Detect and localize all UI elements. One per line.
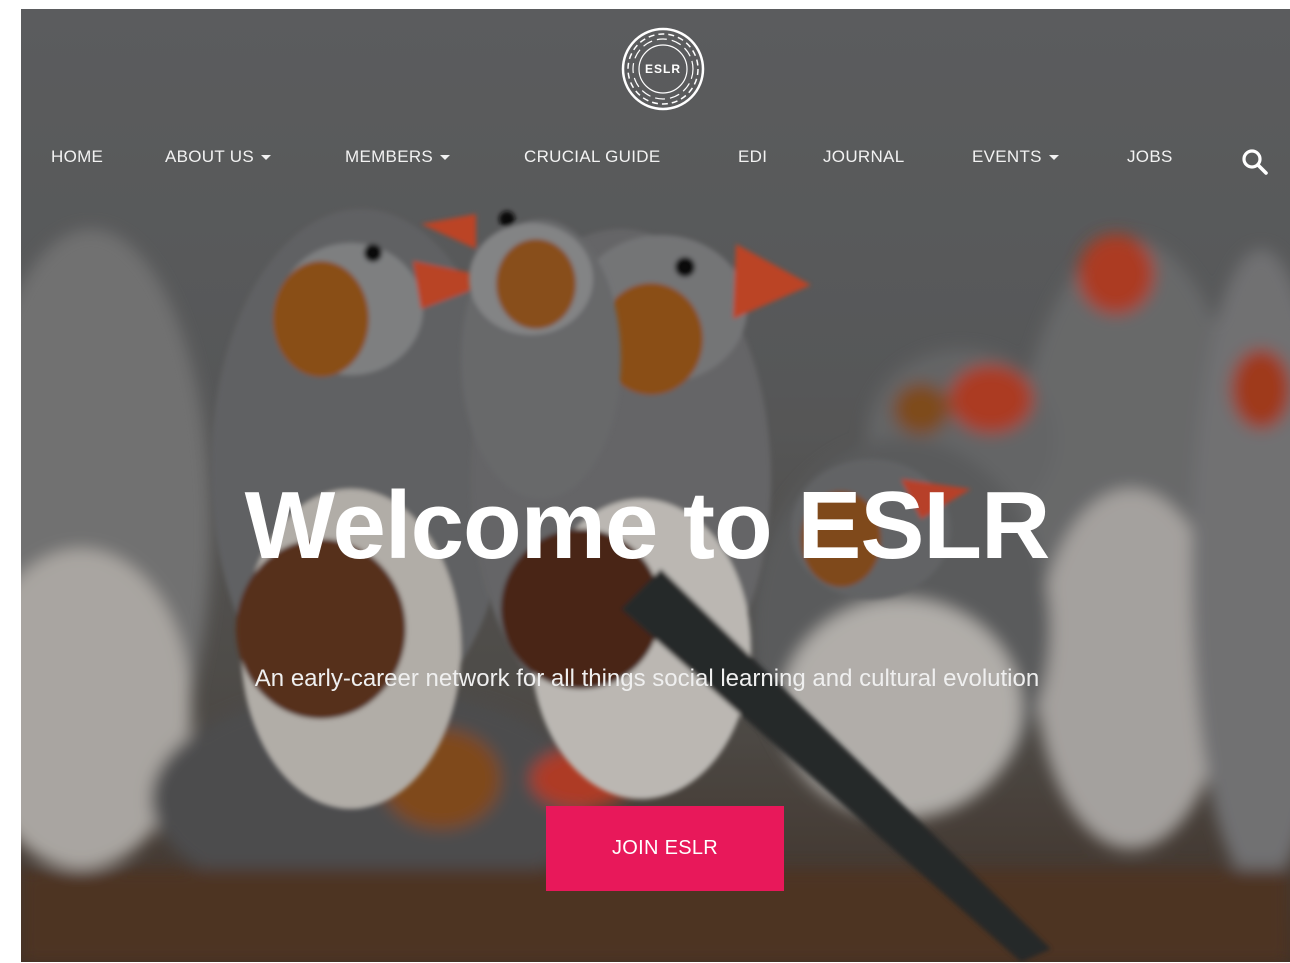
- nav-item-about-us[interactable]: ABOUT US: [165, 147, 271, 167]
- nav-item-label: EVENTS: [972, 147, 1042, 166]
- chevron-down-icon: [440, 155, 451, 161]
- hero-banner: ESLR HOME ABOUT US MEMBERS CRUCIAL GUIDE…: [21, 9, 1290, 962]
- main-nav: HOME ABOUT US MEMBERS CRUCIAL GUIDE EDI …: [21, 139, 1290, 175]
- nav-item-label: CRUCIAL GUIDE: [524, 147, 661, 166]
- logo-text: ESLR: [644, 62, 681, 76]
- nav-item-edi[interactable]: EDI: [738, 147, 767, 167]
- nav-item-label: ABOUT US: [165, 147, 254, 166]
- nav-item-label: MEMBERS: [345, 147, 434, 166]
- search-icon[interactable]: [1240, 147, 1270, 177]
- nav-item-label: HOME: [51, 147, 104, 166]
- nav-item-members[interactable]: MEMBERS: [345, 147, 451, 167]
- nav-item-journal[interactable]: JOURNAL: [823, 147, 904, 167]
- nav-item-home[interactable]: HOME: [51, 147, 103, 167]
- hero-title: Welcome to ESLR: [244, 472, 1051, 579]
- chevron-down-icon: [261, 155, 271, 161]
- nav-item-jobs[interactable]: JOBS: [1127, 147, 1173, 167]
- hero-subtitle: An early-career network for all things s…: [254, 665, 1040, 692]
- nav-item-label: JOURNAL: [823, 147, 905, 166]
- chevron-down-icon: [1048, 155, 1059, 161]
- nav-item-label: EDI: [738, 147, 768, 166]
- site-logo[interactable]: ESLR: [620, 26, 706, 112]
- nav-item-crucial-guide[interactable]: CRUCIAL GUIDE: [524, 147, 660, 167]
- nav-item-events[interactable]: EVENTS: [972, 147, 1059, 167]
- nav-item-label: JOBS: [1127, 147, 1173, 166]
- join-button[interactable]: JOIN ESLR: [546, 806, 784, 891]
